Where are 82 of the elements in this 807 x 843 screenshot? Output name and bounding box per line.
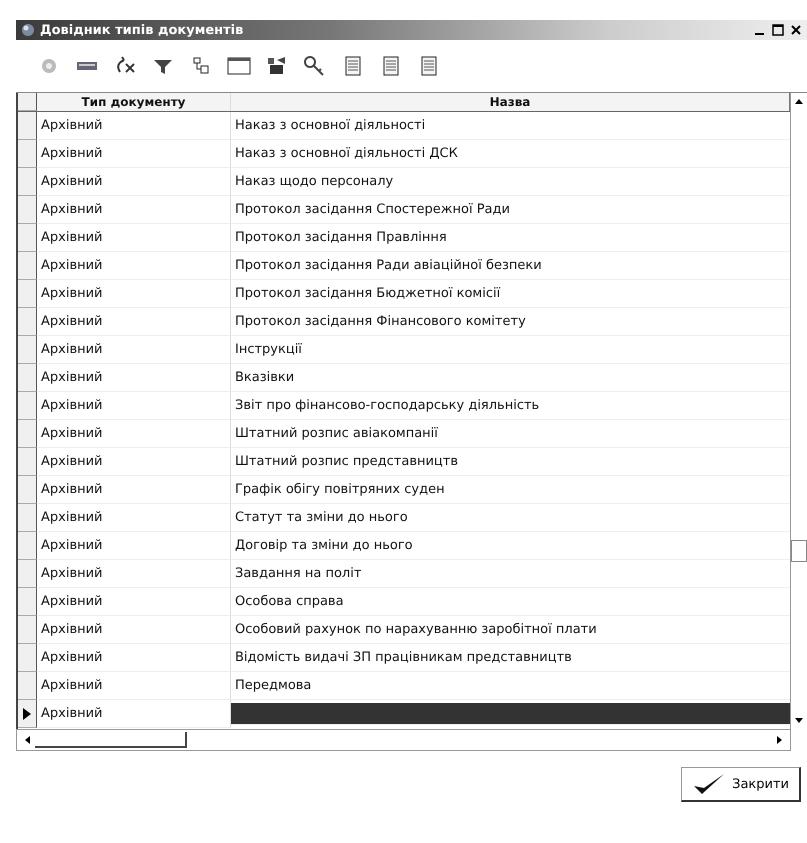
scroll-thumb[interactable] — [35, 732, 187, 748]
table-cell: Протокол засідання Фінансового комітету — [231, 308, 790, 336]
table-cell: Архівний — [37, 588, 231, 616]
table-cell: Передмова — [231, 672, 790, 700]
table-cell: Архівний — [37, 196, 231, 224]
table-cell: Наказ з основної діяльності ДСК — [231, 140, 790, 168]
row-indicator[interactable] — [18, 448, 37, 476]
row-indicator[interactable] — [18, 644, 37, 672]
table-cell: Архівний — [37, 308, 231, 336]
row-indicator[interactable] — [18, 672, 37, 700]
table-cell: Архівний — [37, 420, 231, 448]
column-header[interactable]: Тип документу — [37, 93, 231, 111]
table-cell: Архівний — [37, 476, 231, 504]
row-indicator[interactable] — [18, 420, 37, 448]
row-indicator[interactable] — [18, 700, 37, 728]
row-indicator[interactable] — [18, 140, 37, 168]
table-cell: Архівний — [37, 560, 231, 588]
row-indicator[interactable] — [18, 224, 37, 252]
table-cell: Завдання на політ — [231, 560, 790, 588]
table-cell: Архівний — [37, 504, 231, 532]
row-indicator[interactable] — [18, 196, 37, 224]
table-cell: Архівний — [37, 140, 231, 168]
table-cell: Особовий рахунок по нарахуванню заробітної плати — [231, 616, 790, 644]
table-cell: Архівний — [37, 252, 231, 280]
maximize-icon[interactable] — [771, 23, 785, 37]
table-cell: Статут та зміни до нього — [231, 504, 790, 532]
table-cell: Інструкції — [231, 336, 790, 364]
row-indicator[interactable] — [18, 588, 37, 616]
table-cell: Архівний — [37, 112, 231, 140]
table-cell: Архівний — [37, 224, 231, 252]
table-cell: Наказ з основної діяльності — [231, 112, 790, 140]
table-cell: Штатний розпис представництв — [231, 448, 790, 476]
row-indicator[interactable] — [18, 560, 37, 588]
row-indicator[interactable] — [18, 476, 37, 504]
table-cell: Архівний — [37, 700, 231, 728]
table-cell: Архівний — [37, 448, 231, 476]
close-button[interactable]: Закрити — [681, 767, 801, 802]
table-cell: Протокол засідання Правління — [231, 224, 790, 252]
table-cell: Договір та зміни до нього — [231, 532, 790, 560]
row-indicator[interactable] — [18, 504, 37, 532]
scroll-down-icon[interactable] — [794, 717, 804, 725]
current-row-icon — [23, 708, 31, 720]
table-cell: Вказівки — [231, 364, 790, 392]
header-cell — [18, 93, 37, 111]
row-indicator[interactable] — [18, 112, 37, 140]
scroll-thumb[interactable] — [791, 540, 807, 562]
table-cell: Архівний — [37, 168, 231, 196]
table-cell: Графік обігу повітряних суден — [231, 476, 790, 504]
table-cell: Архівний — [37, 336, 231, 364]
table-cell: Архівний — [37, 532, 231, 560]
table-cell: Архівний — [37, 392, 231, 420]
row-indicator[interactable] — [18, 308, 37, 336]
app-icon — [20, 22, 36, 38]
table-cell: Протокол засідання Ради авіаційної безпеки — [231, 252, 790, 280]
table-cell: Протокол засідання Спостережної Ради — [231, 196, 790, 224]
table-cell: Відомість видачі ЗП працівникам представництв — [231, 644, 790, 672]
table-cell: Архівний — [37, 644, 231, 672]
table-cell: Звіт про фінансово-господарську діяльність — [231, 392, 790, 420]
column-header[interactable]: Назва — [231, 93, 790, 111]
row-indicator[interactable] — [18, 532, 37, 560]
horizontal-scrollbar[interactable] — [16, 729, 791, 751]
row-indicator[interactable] — [18, 392, 37, 420]
table-cell: Архівний — [37, 280, 231, 308]
close-icon[interactable] — [789, 23, 803, 37]
row-indicator[interactable] — [18, 336, 37, 364]
row-indicator[interactable] — [18, 252, 37, 280]
row-indicator[interactable] — [18, 280, 37, 308]
table-cell: Протокол засідання Бюджетної комісії — [231, 280, 790, 308]
row-indicator[interactable] — [18, 616, 37, 644]
table-cell: Архівний — [37, 672, 231, 700]
scroll-up-icon[interactable] — [794, 97, 804, 105]
row-indicator[interactable] — [18, 168, 37, 196]
table-cell: Особова справа — [231, 588, 790, 616]
table-cell: Архівний — [37, 364, 231, 392]
table-cell: Штатний розпис авіакомпанії — [231, 420, 790, 448]
window-title: Довідник типів документів — [40, 22, 244, 38]
row-indicator[interactable] — [18, 364, 37, 392]
scroll-right-icon[interactable] — [776, 735, 784, 745]
vertical-scrollbar[interactable] — [790, 93, 807, 729]
scroll-left-icon[interactable] — [23, 735, 31, 745]
table-cell: Наказ щодо персоналу — [231, 168, 790, 196]
table-cell: Архівний — [37, 616, 231, 644]
